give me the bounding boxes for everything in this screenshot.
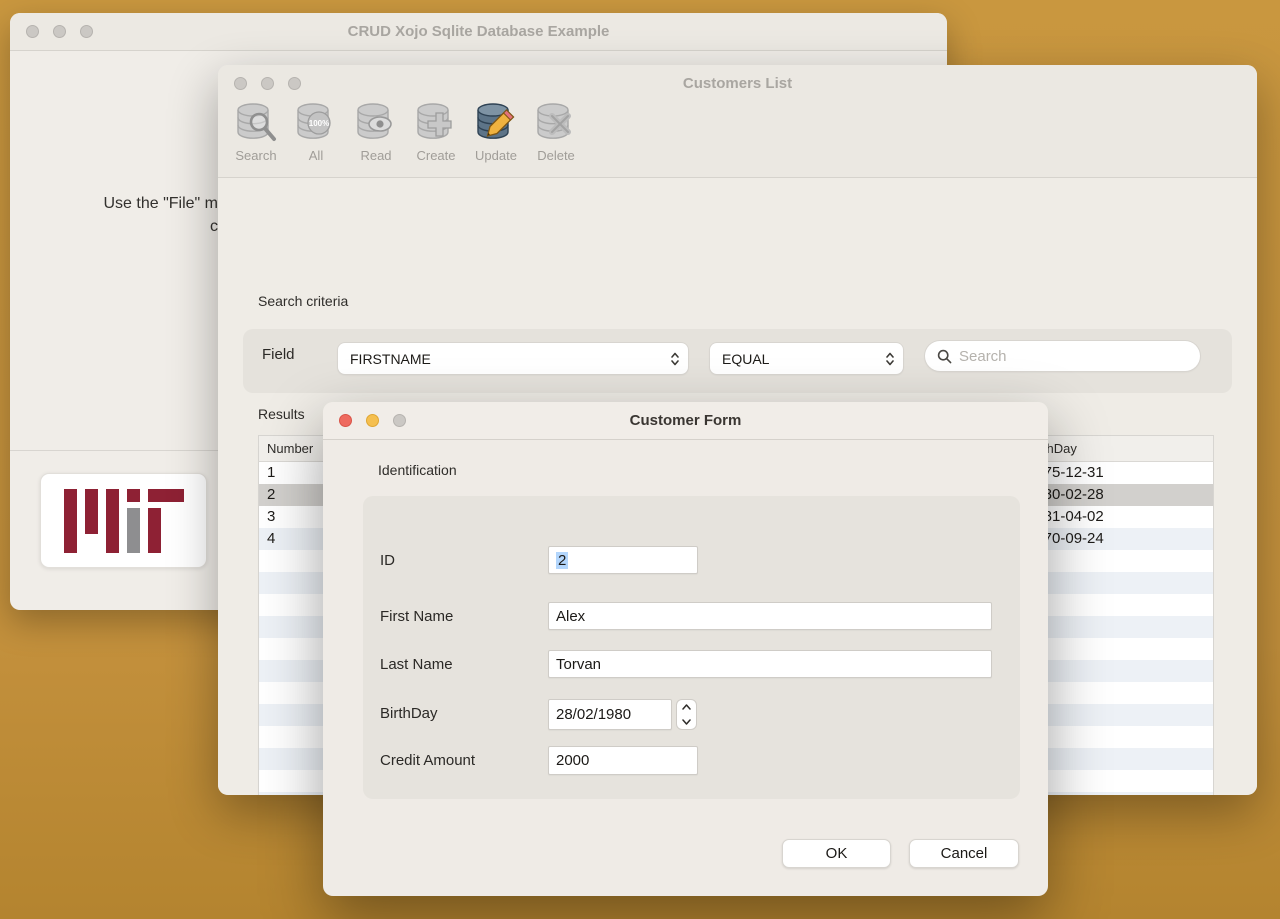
- stepper-down-button[interactable]: [677, 715, 696, 730]
- desktop: CRUD Xojo Sqlite Database Example Use th…: [0, 0, 1280, 919]
- chevron-up-down-icon: [670, 351, 680, 367]
- results-label: Results: [258, 406, 305, 422]
- crud-window-titlebar[interactable]: CRUD Xojo Sqlite Database Example: [10, 13, 947, 51]
- window-title: Customers List: [218, 65, 1257, 103]
- hint-text-line1: Use the "File" m: [10, 195, 218, 213]
- toolbar-create-button[interactable]: Create: [410, 99, 462, 163]
- operator-select[interactable]: EQUAL: [710, 343, 903, 374]
- search-field[interactable]: [925, 341, 1200, 371]
- selected-text: 2: [556, 552, 568, 569]
- field-label: Field: [262, 346, 295, 363]
- search-criteria-label: Search criteria: [258, 293, 348, 309]
- first-name-field[interactable]: Alex: [548, 602, 992, 630]
- credit-amount-label: Credit Amount: [380, 752, 475, 769]
- stepper-up-button[interactable]: [677, 700, 696, 715]
- last-name-field[interactable]: Torvan: [548, 650, 992, 678]
- toolbar-delete-button[interactable]: Delete: [530, 99, 582, 163]
- db-read-icon: [353, 99, 399, 145]
- window-title: Customer Form: [323, 402, 1048, 440]
- id-label: ID: [380, 552, 395, 569]
- customers-window-titlebar[interactable]: Customers List Search: [218, 65, 1257, 178]
- db-delete-icon: [533, 99, 579, 145]
- first-name-label: First Name: [380, 608, 453, 625]
- toolbar-all-button[interactable]: 100% All: [290, 99, 342, 163]
- window-title: CRUD Xojo Sqlite Database Example: [10, 13, 947, 51]
- db-all-icon: 100%: [293, 99, 339, 145]
- chevron-down-icon: [682, 719, 691, 725]
- toolbar-read-button[interactable]: Read: [350, 99, 402, 163]
- identification-label: Identification: [378, 462, 457, 478]
- hint-text-line2: c: [10, 218, 218, 236]
- mit-logo-box: [40, 473, 207, 568]
- birthday-field[interactable]: 28/02/1980: [548, 699, 672, 730]
- toolbar-search-button[interactable]: Search: [230, 99, 282, 163]
- chevron-up-icon: [682, 704, 691, 710]
- toolbar-update-button[interactable]: Update: [470, 99, 522, 163]
- birthday-label: BirthDay: [380, 705, 438, 722]
- birthday-stepper[interactable]: [676, 699, 697, 730]
- ok-button[interactable]: OK: [782, 839, 891, 868]
- toolbar: Search 100% All: [230, 99, 582, 163]
- last-name-label: Last Name: [380, 656, 453, 673]
- form-window-titlebar[interactable]: Customer Form: [323, 402, 1048, 440]
- svg-text:100%: 100%: [309, 119, 329, 128]
- field-select[interactable]: FIRSTNAME: [338, 343, 688, 374]
- db-search-icon: [233, 99, 279, 145]
- db-create-icon: [413, 99, 459, 145]
- credit-amount-field[interactable]: 2000: [548, 746, 698, 775]
- chevron-up-down-icon: [885, 351, 895, 367]
- mit-logo: [64, 489, 184, 553]
- search-icon: [937, 349, 952, 364]
- cancel-button[interactable]: Cancel: [909, 839, 1019, 868]
- db-update-icon: [473, 99, 519, 145]
- form-window-body: Identification ID 2 First Name Alex Last…: [323, 440, 1048, 895]
- id-field[interactable]: 2: [548, 546, 698, 574]
- window-customer-form: Customer Form Identification ID 2 First …: [323, 402, 1048, 896]
- search-input[interactable]: [959, 348, 1190, 365]
